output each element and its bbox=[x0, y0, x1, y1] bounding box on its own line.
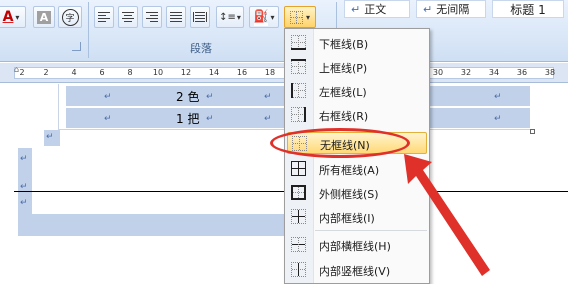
paragraph-mark: ↵ bbox=[46, 132, 54, 142]
align-left-button[interactable] bbox=[94, 6, 114, 28]
no-border-icon bbox=[289, 10, 303, 24]
menu-item-label: 所有框线(A) bbox=[319, 164, 380, 177]
style-label: 正文 bbox=[364, 3, 387, 16]
style-label: 标题 1 bbox=[510, 2, 546, 17]
style-heading-1[interactable]: 标题 1 bbox=[492, 0, 564, 18]
character-shading-button[interactable]: A bbox=[33, 6, 55, 28]
align-left-icon bbox=[98, 12, 110, 22]
ruler-tick: 8 bbox=[127, 68, 133, 77]
ruler-tick: 2 bbox=[19, 68, 25, 77]
ruler-tick: 34 bbox=[488, 68, 500, 77]
ruler-tick: 30 bbox=[432, 68, 444, 77]
table-gridline bbox=[58, 84, 59, 130]
menu-item-label: 左框线(L) bbox=[319, 86, 367, 99]
chevron-down-icon: ▾ bbox=[270, 12, 275, 22]
left-border-icon bbox=[291, 83, 306, 98]
selection-block bbox=[18, 214, 284, 236]
menu-item-right-border[interactable]: 右框线(R) bbox=[287, 104, 427, 126]
dialog-launcher-icon[interactable] bbox=[72, 42, 81, 51]
cell-mark: ↵ bbox=[206, 92, 214, 102]
cell-mark: ↵ bbox=[104, 92, 112, 102]
menu-item-label: 下框线(B) bbox=[319, 38, 369, 51]
align-right-button[interactable] bbox=[142, 6, 162, 28]
inside-horizontal-border-icon bbox=[291, 237, 306, 252]
right-border-icon bbox=[291, 107, 306, 122]
table-resize-handle[interactable] bbox=[530, 129, 535, 134]
character-shading-icon: A bbox=[36, 10, 52, 24]
justify-button[interactable] bbox=[166, 6, 186, 28]
paint-bucket-icon: ⛽ bbox=[253, 9, 269, 26]
font-color-button[interactable]: A ▾ bbox=[0, 6, 26, 28]
menu-item-label: 内部横框线(H) bbox=[319, 240, 391, 253]
ruler-tick: 12 bbox=[180, 68, 192, 77]
all-borders-icon bbox=[291, 161, 306, 176]
ruler-tick: 38 bbox=[544, 68, 556, 77]
table-cell[interactable]: 1 把 bbox=[176, 110, 199, 127]
align-center-icon bbox=[122, 12, 134, 22]
enclose-characters-button[interactable]: 字 bbox=[58, 6, 82, 28]
enclose-characters-icon: 字 bbox=[61, 8, 79, 26]
borders-button[interactable]: ▾ bbox=[284, 6, 316, 28]
paragraph-mark-icon: ↵ bbox=[423, 2, 433, 16]
style-no-spacing[interactable]: ↵ 无间隔 bbox=[416, 0, 486, 18]
ruler-tick: 2 bbox=[43, 68, 49, 77]
ruler-tick: 16 bbox=[236, 68, 248, 77]
cell-mark: ↵ bbox=[494, 92, 502, 102]
style-normal[interactable]: ↵ 正文 bbox=[344, 0, 410, 18]
inside-borders-icon bbox=[291, 209, 306, 224]
align-center-button[interactable] bbox=[118, 6, 138, 28]
distributed-icon bbox=[193, 12, 207, 22]
chevron-down-icon: ▾ bbox=[15, 12, 20, 22]
cell-mark: ↵ bbox=[494, 114, 502, 124]
chevron-down-icon: ▾ bbox=[236, 12, 241, 22]
ruler-tick: 36 bbox=[516, 68, 528, 77]
paragraph-mark-icon: ↵ bbox=[351, 2, 361, 16]
style-label: 无间隔 bbox=[436, 3, 470, 16]
line-spacing-button[interactable]: ↕≡ ▾ bbox=[216, 6, 244, 28]
menu-item-label: 上框线(P) bbox=[319, 62, 368, 75]
align-right-icon bbox=[146, 12, 158, 22]
inside-vertical-border-icon bbox=[291, 262, 306, 277]
menu-item-label: 外侧框线(S) bbox=[319, 188, 379, 201]
ruler-tick: 6 bbox=[99, 68, 105, 77]
cell-mark: ↵ bbox=[104, 114, 112, 124]
shading-button[interactable]: ⛽ ▾ bbox=[249, 6, 279, 28]
menu-item-label: 右框线(R) bbox=[319, 110, 369, 123]
ruler-tick: 32 bbox=[460, 68, 472, 77]
distributed-button[interactable] bbox=[190, 6, 210, 28]
cell-mark: ↵ bbox=[264, 92, 272, 102]
top-border-icon bbox=[291, 59, 306, 74]
pointer-arrow-icon bbox=[404, 154, 490, 276]
menu-item-top-border[interactable]: 上框线(P) bbox=[287, 56, 427, 78]
ruler-tick: 10 bbox=[152, 68, 164, 77]
highlight-ellipse bbox=[270, 128, 410, 158]
chevron-down-icon: ▾ bbox=[305, 12, 310, 22]
ruler-tick: 14 bbox=[208, 68, 220, 77]
table-cell[interactable]: 2 色 bbox=[176, 88, 199, 105]
menu-item-bottom-border[interactable]: 下框线(B) bbox=[287, 32, 427, 54]
line-spacing-icon: ↕≡ bbox=[219, 11, 236, 23]
menu-item-label: 内部竖框线(V) bbox=[319, 265, 391, 278]
justify-icon bbox=[170, 12, 182, 22]
paragraph-group-label: 段落 bbox=[190, 42, 212, 55]
cell-mark: ↵ bbox=[264, 114, 272, 124]
menu-item-label: 内部框线(I) bbox=[319, 212, 375, 225]
outside-borders-icon bbox=[291, 185, 306, 200]
cell-mark: ↵ bbox=[206, 114, 214, 124]
group-separator bbox=[88, 2, 89, 58]
font-color-icon: A bbox=[2, 9, 14, 25]
ruler-tick: 18 bbox=[264, 68, 276, 77]
bottom-border-icon bbox=[291, 35, 306, 50]
paragraph-mark: ↵ bbox=[20, 154, 28, 164]
ruler-tick: 4 bbox=[71, 68, 77, 77]
paragraph-mark: ↵ bbox=[20, 198, 28, 208]
menu-item-left-border[interactable]: 左框线(L) bbox=[287, 80, 427, 102]
